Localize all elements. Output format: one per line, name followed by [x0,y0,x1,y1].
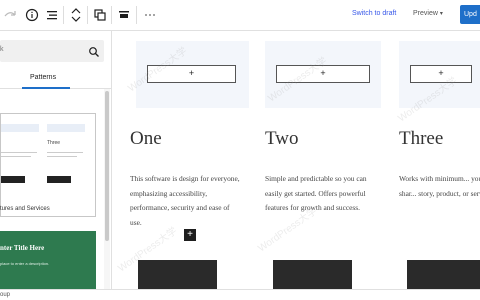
chevron-down-icon: ▾ [439,11,443,17]
scrollbar-thumb[interactable] [105,91,109,241]
breadcrumb-group[interactable]: oup [0,292,10,298]
search-text: k [0,46,4,53]
column-heading[interactable]: Two [265,128,299,150]
block-inserter-sidebar: k Patterns Three tures and Services nter… [0,31,112,300]
pattern-caption: tures and Services [0,206,50,212]
column-text-content: Works with minimum... you can focus on s… [399,174,480,198]
mini-text-line [47,156,77,157]
top-toolbar: Switch to draft Preview ▾ Upd [0,0,480,31]
column-text[interactable]: Works with minimum... you can focus on s… [399,172,480,201]
column-heading[interactable]: One [130,128,162,150]
mini-text-line [47,152,83,153]
align-icon[interactable] [116,7,132,23]
preview-button[interactable]: Preview ▾ [413,10,443,17]
redo-icon[interactable] [2,7,18,23]
toolbar-divider [111,6,112,24]
more-options-icon[interactable] [142,7,158,23]
update-button[interactable]: Upd [460,5,480,24]
toolbar-divider [63,6,64,24]
pattern-preview-services[interactable]: Three [0,113,96,217]
cover-subtitle: place to enter a description. [0,261,50,266]
switch-to-draft-button[interactable]: Switch to draft [352,10,396,17]
search-input[interactable]: k [0,40,104,62]
editor-canvas: + One This software is design for everyo… [112,31,480,300]
column-heading[interactable]: Three [399,128,443,150]
info-icon[interactable] [24,7,40,23]
pattern-preview-cover[interactable]: nter Title Here place to enter a descrip… [0,231,96,291]
mini-button [47,176,71,183]
mini-text-line [1,156,31,157]
column-button[interactable] [138,260,217,290]
inserter-tabs: Patterns [0,69,112,89]
block-mover-icon[interactable] [68,7,84,23]
add-block-button[interactable]: + [184,229,196,241]
column-text[interactable]: This software is design for everyone, em… [130,172,242,230]
mini-text-line [1,152,37,153]
mini-image [47,124,85,132]
tab-patterns[interactable]: Patterns [30,74,56,81]
active-tab-indicator [22,87,70,89]
mini-image [1,124,39,132]
toolbar-divider [136,6,137,24]
preview-label: Preview [413,10,438,17]
column-text[interactable]: Simple and predictable so you can easily… [265,172,377,216]
mini-button [1,176,25,183]
column-button[interactable] [273,260,352,290]
block-breadcrumb-bar: oup [0,289,480,300]
image-block[interactable]: + [265,41,381,108]
column-button[interactable] [407,260,480,290]
toolbar-divider [87,6,88,24]
mini-heading: Three [47,140,61,146]
group-icon[interactable] [92,7,108,23]
search-icon [88,45,100,57]
cover-title: nter Title Here [0,244,45,252]
list-view-icon[interactable] [44,7,60,23]
